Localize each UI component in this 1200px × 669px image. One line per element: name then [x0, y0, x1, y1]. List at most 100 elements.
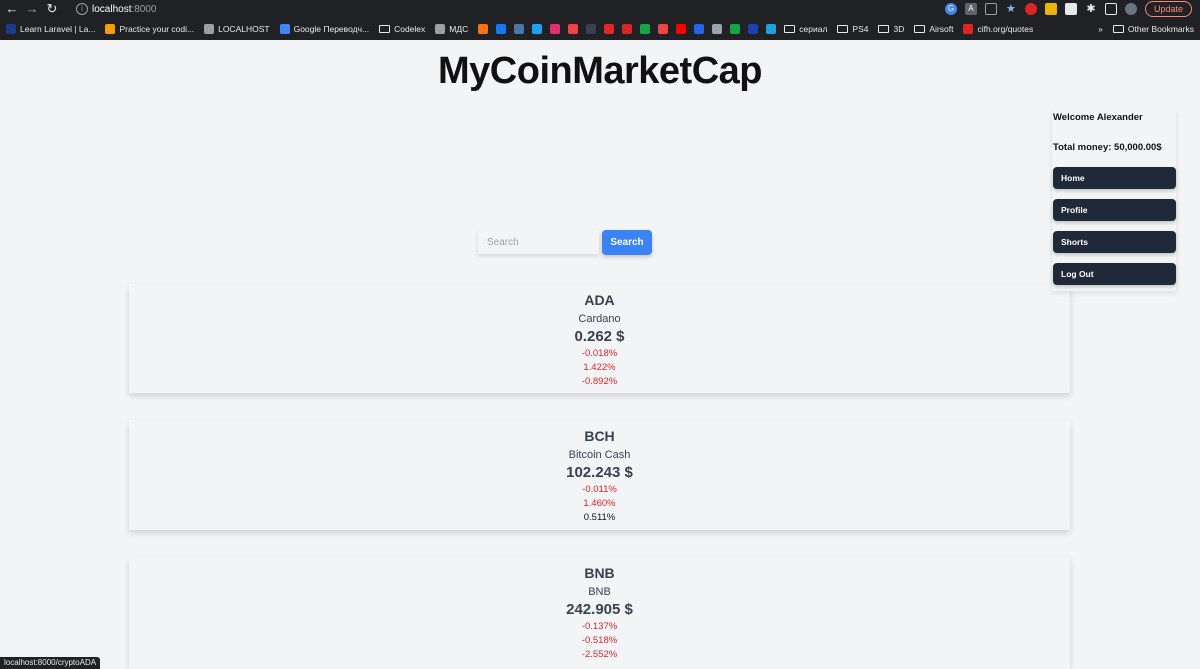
coin-change-2: 1.422% [583, 362, 616, 373]
home-button[interactable]: Home [1053, 167, 1176, 189]
coin-card-bnb[interactable]: BNB BNB 242.905 $ -0.137% -0.518% -2.552… [129, 557, 1070, 669]
update-button[interactable]: Update [1144, 1, 1192, 17]
seventeen-icon [748, 24, 759, 34]
coin-change-3: -2.552% [581, 649, 618, 660]
profile-avatar-icon[interactable] [1124, 3, 1137, 15]
folder-icon [1112, 25, 1124, 33]
pocket-icon [658, 24, 669, 34]
bookmark-learn-laravel-la[interactable]: Learn Laravel | La... [6, 24, 95, 34]
bookmark-flag-icon[interactable] [640, 24, 651, 34]
browser-toolbar: ← → ↻ i localhost:8000 G A ★ ✱ Update Le… [0, 0, 1200, 40]
other-bookmarks[interactable]: Other Bookmarks [1112, 24, 1194, 34]
bookmark-label: сериал [799, 24, 828, 34]
coin-change-1: -0.018% [581, 348, 618, 359]
favicon-icon [105, 24, 116, 34]
facebook-icon [496, 24, 507, 34]
bookmark-mail-icon[interactable] [568, 24, 579, 34]
puzzle-icon[interactable]: ✱ [1085, 3, 1097, 15]
bookmark-codelex[interactable]: Codelex [379, 24, 425, 34]
coin-card-ada[interactable]: ADA Cardano 0.262 $ -0.018% 1.422% -0.89… [129, 284, 1070, 393]
coin-change-2: 1.460% [583, 498, 616, 509]
share-icon[interactable] [984, 3, 997, 15]
translate-icon[interactable]: A [964, 3, 977, 15]
bookmark-youtube-icon[interactable] [676, 24, 687, 34]
bookmark-facebook-icon[interactable] [496, 24, 507, 34]
flipboard-icon [604, 24, 615, 34]
forward-arrow-icon[interactable]: → [22, 0, 42, 18]
coin-price: 242.905 $ [566, 601, 633, 618]
bookmark-practice-your-codi[interactable]: Practice your codi... [105, 24, 194, 34]
reload-icon[interactable]: ↻ [42, 0, 62, 18]
bookmark-label: PS4 [852, 24, 869, 34]
mail-icon [568, 24, 579, 34]
bookmark-star-icon[interactable]: ★ [1005, 3, 1017, 15]
url-row: ← → ↻ i localhost:8000 G A ★ ✱ Update [0, 0, 1200, 18]
more-bookmarks-chevron-icon[interactable]: » [1098, 24, 1103, 34]
bookmark-ss-icon[interactable] [730, 24, 741, 34]
logout-button[interactable]: Log Out [1053, 263, 1176, 285]
bookmark-airsoft[interactable]: Airsoft [914, 24, 953, 34]
back-arrow-icon[interactable]: ← [2, 0, 22, 18]
ss-icon [730, 24, 741, 34]
coin-card-bch[interactable]: BCH Bitcoin Cash 102.243 $ -0.011% 1.460… [129, 420, 1070, 530]
sidepanel-icon[interactable] [1104, 3, 1117, 15]
bookmark-lf-icon[interactable] [622, 24, 633, 34]
coin-price: 0.262 $ [574, 328, 625, 345]
address-bar[interactable]: localhost:8000 [92, 4, 157, 15]
news-icon [478, 24, 489, 34]
bookmark-pocket-icon[interactable] [658, 24, 669, 34]
shorts-button[interactable]: Shorts [1053, 231, 1176, 253]
adblock-icon[interactable] [1024, 3, 1037, 15]
bookmark-k-icon[interactable] [586, 24, 597, 34]
bookmark-instagram-icon[interactable] [550, 24, 561, 34]
instagram-icon [550, 24, 561, 34]
bookmark-cifh-org-quotes[interactable]: cifh.org/quotes [963, 24, 1033, 34]
folder-icon [914, 25, 926, 33]
bookmark-localhost[interactable]: LOCALHOST [204, 24, 270, 34]
coin-name: Cardano [578, 313, 621, 325]
info-icon [694, 24, 705, 34]
search-input[interactable] [478, 230, 599, 254]
bookmark-twitter-icon[interactable] [532, 24, 543, 34]
bookmark-label: Airsoft [929, 24, 954, 34]
bookmark-seventeen-icon[interactable] [748, 24, 759, 34]
bookmark-ps4[interactable]: PS4 [837, 24, 868, 34]
favicon-icon [6, 24, 16, 34]
user-sidebar: Welcome Alexander Total money: 50,000.00… [1052, 110, 1176, 291]
youtube-icon [676, 24, 687, 34]
bookmark-alien-icon[interactable] [712, 24, 723, 34]
coin-price: 102.243 $ [566, 464, 633, 481]
favicon-icon [435, 24, 446, 34]
bookmark-label: Practice your codi... [119, 24, 195, 34]
bookmark-google-переводч[interactable]: Google Переводч... [279, 24, 369, 34]
extensions-area: G A ★ ✱ Update [944, 1, 1192, 17]
bookmark-label: 3D [893, 24, 905, 34]
site-info-icon[interactable]: i [76, 3, 88, 15]
profile-button[interactable]: Profile [1053, 199, 1176, 221]
bookmark-info-icon[interactable] [694, 24, 705, 34]
coin-symbol: BNB [584, 565, 615, 581]
favicon-icon [279, 24, 290, 34]
bookmark-vk-icon[interactable] [514, 24, 525, 34]
bookmark-label: LOCALHOST [218, 24, 270, 34]
coin-name: Bitcoin Cash [568, 449, 631, 461]
total-money: Total money: 50,000.00$ [1053, 142, 1162, 153]
folder-icon [784, 25, 796, 33]
bookmark-сериал[interactable]: сериал [784, 24, 827, 34]
favicon-icon [963, 24, 974, 34]
extension-yellow-icon[interactable] [1044, 3, 1057, 15]
extension-gray-icon[interactable] [1064, 3, 1077, 15]
search-button[interactable]: Search [602, 230, 652, 255]
welcome-text: Welcome Alexander [1053, 112, 1143, 123]
bookmark-telegram-icon[interactable] [766, 24, 777, 34]
bookmark-flipboard-icon[interactable] [604, 24, 615, 34]
coin-symbol: BCH [584, 428, 615, 444]
google-icon[interactable]: G [944, 3, 957, 15]
flag-icon [640, 24, 651, 34]
bookmark-мдс[interactable]: МДС [435, 24, 468, 34]
other-bookmarks-label: Other Bookmarks [1127, 24, 1194, 34]
coin-symbol: ADA [584, 292, 615, 308]
bookmark-news-icon[interactable] [478, 24, 489, 34]
search-form: Search [478, 230, 652, 255]
bookmark-3d[interactable]: 3D [878, 24, 904, 34]
